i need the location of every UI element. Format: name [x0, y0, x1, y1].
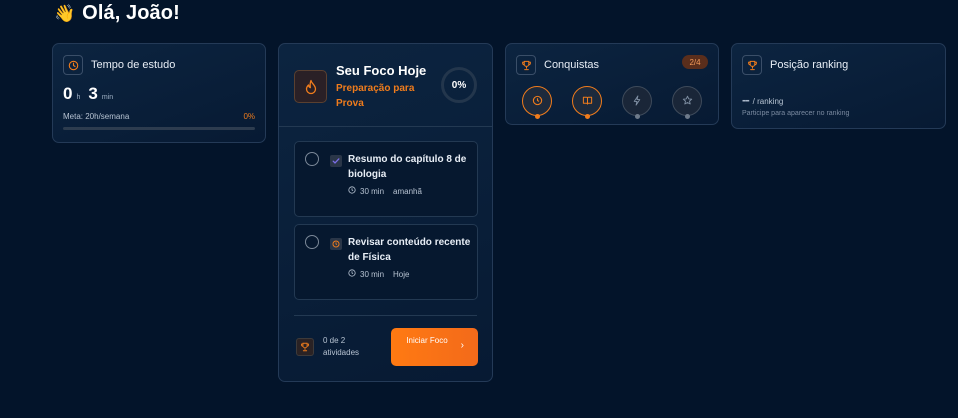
goal-progress-bar — [63, 127, 255, 130]
trophy-icon — [296, 338, 314, 356]
achievement-dot — [685, 114, 690, 119]
achievements-title: Conquistas — [544, 59, 600, 71]
ranking-title: Posição ranking — [770, 59, 849, 71]
focus-subtitle: Preparação para Prova — [336, 83, 415, 109]
bolt-icon — [632, 94, 642, 108]
page-title: Olá, João! — [82, 1, 180, 24]
star-icon — [682, 95, 693, 108]
task-meta: 30 min Hoje — [348, 269, 409, 279]
task-checkbox[interactable] — [305, 235, 319, 249]
focus-divider — [294, 315, 477, 316]
hours-value: 0 — [63, 84, 73, 103]
chevron-right-icon: › — [460, 340, 464, 351]
task-meta: 30 min amanhã — [348, 186, 422, 196]
start-focus-button[interactable]: Iniciar Foco › — [391, 328, 478, 366]
focus-progress-ring: 0% — [441, 67, 477, 103]
hours-unit: h — [76, 94, 81, 101]
goal-label: Meta: 20h/semana — [63, 112, 130, 121]
flame-icon — [294, 70, 327, 103]
study-time-card: Tempo de estudo 0 h 3 min Meta: 20h/sema… — [52, 43, 266, 143]
ranking-suffix: / ranking — [752, 97, 784, 106]
task-due: amanhã — [393, 186, 422, 196]
achievement-dot — [635, 114, 640, 119]
ranking-value: -- / ranking — [742, 92, 783, 107]
task-item[interactable]: Revisar conteúdo recente de Física 30 mi… — [294, 224, 478, 300]
study-time-value: 0 h 3 min — [63, 84, 121, 104]
greeting: 👋 Olá, João! — [54, 0, 180, 26]
task-duration: 30 min — [360, 269, 385, 279]
achievement-book[interactable] — [572, 86, 602, 119]
focus-title: Seu Foco Hoje — [336, 63, 427, 78]
clock-icon — [348, 269, 356, 279]
achievements-card: Conquistas 2/4 — [505, 43, 719, 125]
task-due: Hoje — [393, 269, 410, 279]
focus-card: Seu Foco Hoje Preparação para Prova 0% R… — [278, 43, 493, 382]
clock-icon — [348, 186, 356, 196]
achievement-bolt[interactable] — [622, 86, 652, 119]
trophy-icon — [516, 55, 536, 75]
study-time-title: Tempo de estudo — [91, 59, 176, 71]
focus-percent: 0% — [451, 79, 467, 91]
achievement-clock[interactable] — [522, 86, 552, 119]
ranking-position: -- — [742, 92, 750, 107]
ranking-hint: Participe para aparecer no ranking — [742, 110, 850, 117]
task-checkbox[interactable] — [305, 152, 319, 166]
achievements-count-badge: 2/4 — [682, 55, 708, 69]
achievement-dot — [585, 114, 590, 119]
clock-icon — [63, 55, 83, 75]
clock-icon — [330, 238, 342, 250]
clock-icon — [532, 95, 543, 108]
ranking-card: Posição ranking -- / ranking Participe p… — [731, 43, 946, 129]
achievement-star[interactable] — [672, 86, 702, 119]
trophy-icon — [742, 55, 762, 75]
task-title: Resumo do capítulo 8 de biologia — [348, 154, 467, 180]
book-icon — [582, 95, 593, 108]
task-duration: 30 min — [360, 186, 385, 196]
activities-count: 0 de 2 atividades — [323, 336, 360, 357]
achievement-dot — [535, 114, 540, 119]
goal-percent: 0% — [243, 112, 255, 121]
check-icon — [330, 155, 342, 167]
waving-hand-icon: 👋 — [54, 3, 76, 23]
task-title: Revisar conteúdo recente de Física — [348, 237, 471, 263]
focus-header: Seu Foco Hoje Preparação para Prova 0% — [279, 44, 492, 127]
task-item[interactable]: Resumo do capítulo 8 de biologia 30 min … — [294, 141, 478, 217]
minutes-unit: min — [101, 94, 114, 101]
minutes-value: 3 — [88, 84, 98, 103]
start-focus-label: Iniciar Foco — [406, 336, 448, 345]
